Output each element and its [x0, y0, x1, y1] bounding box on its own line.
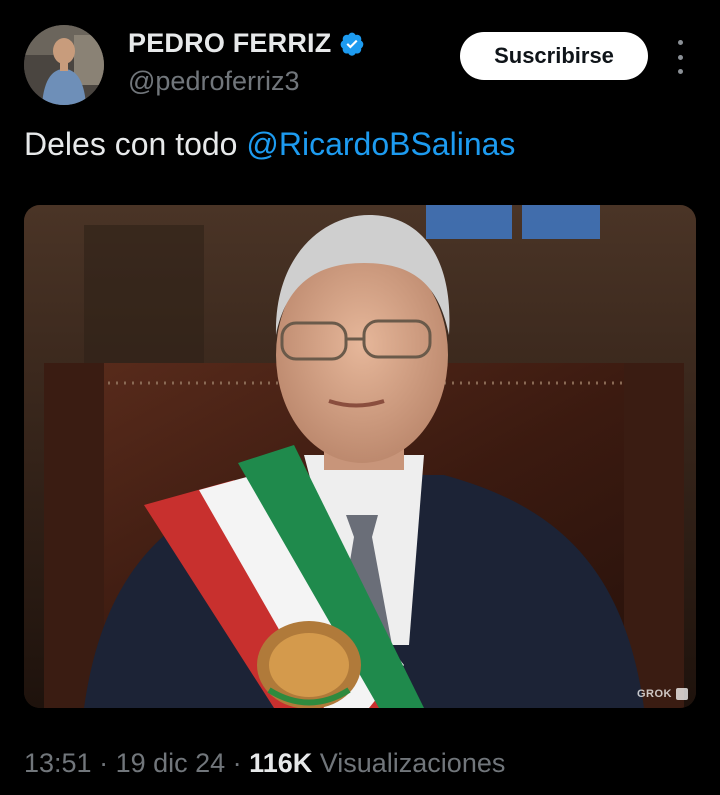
avatar-image — [24, 25, 104, 105]
tweet-date[interactable]: 19 dic 24 — [116, 748, 226, 778]
more-dot — [677, 69, 683, 74]
views-label: Visualizaciones — [312, 748, 506, 778]
verified-badge-icon — [341, 32, 364, 56]
subscribe-button[interactable]: Suscribirse — [460, 32, 648, 80]
author-handle[interactable]: @pedroferriz3 — [128, 66, 299, 97]
tweet-media-image[interactable]: GROK — [24, 205, 696, 708]
more-dot — [677, 40, 683, 45]
tweet-time[interactable]: 13:51 — [24, 748, 92, 778]
avatar[interactable] — [24, 25, 104, 105]
separator: · — [225, 748, 250, 778]
tweet-meta: 13:51 · 19 dic 24 · 116K Visualizaciones — [24, 748, 505, 779]
tweet-text: Deles con todo @RicardoBSalinas — [24, 126, 515, 163]
more-dot — [677, 54, 683, 60]
views-count: 116K — [249, 748, 313, 778]
author-name-row: PEDRO FERRIZ — [128, 28, 365, 59]
watermark-text: GROK — [637, 688, 672, 700]
tweet-header: PEDRO FERRIZ @pedroferriz3 Suscribirse — [0, 0, 720, 110]
watermark: GROK — [637, 688, 688, 700]
separator: · — [91, 748, 116, 778]
portrait-illustration — [24, 205, 696, 708]
grok-logo-icon — [676, 688, 688, 700]
mention-link[interactable]: @RicardoBSalinas — [246, 126, 515, 162]
more-options-icon[interactable] — [670, 40, 690, 74]
tweet-body: Deles con todo — [24, 126, 247, 162]
author-display-name[interactable]: PEDRO FERRIZ — [128, 28, 331, 59]
